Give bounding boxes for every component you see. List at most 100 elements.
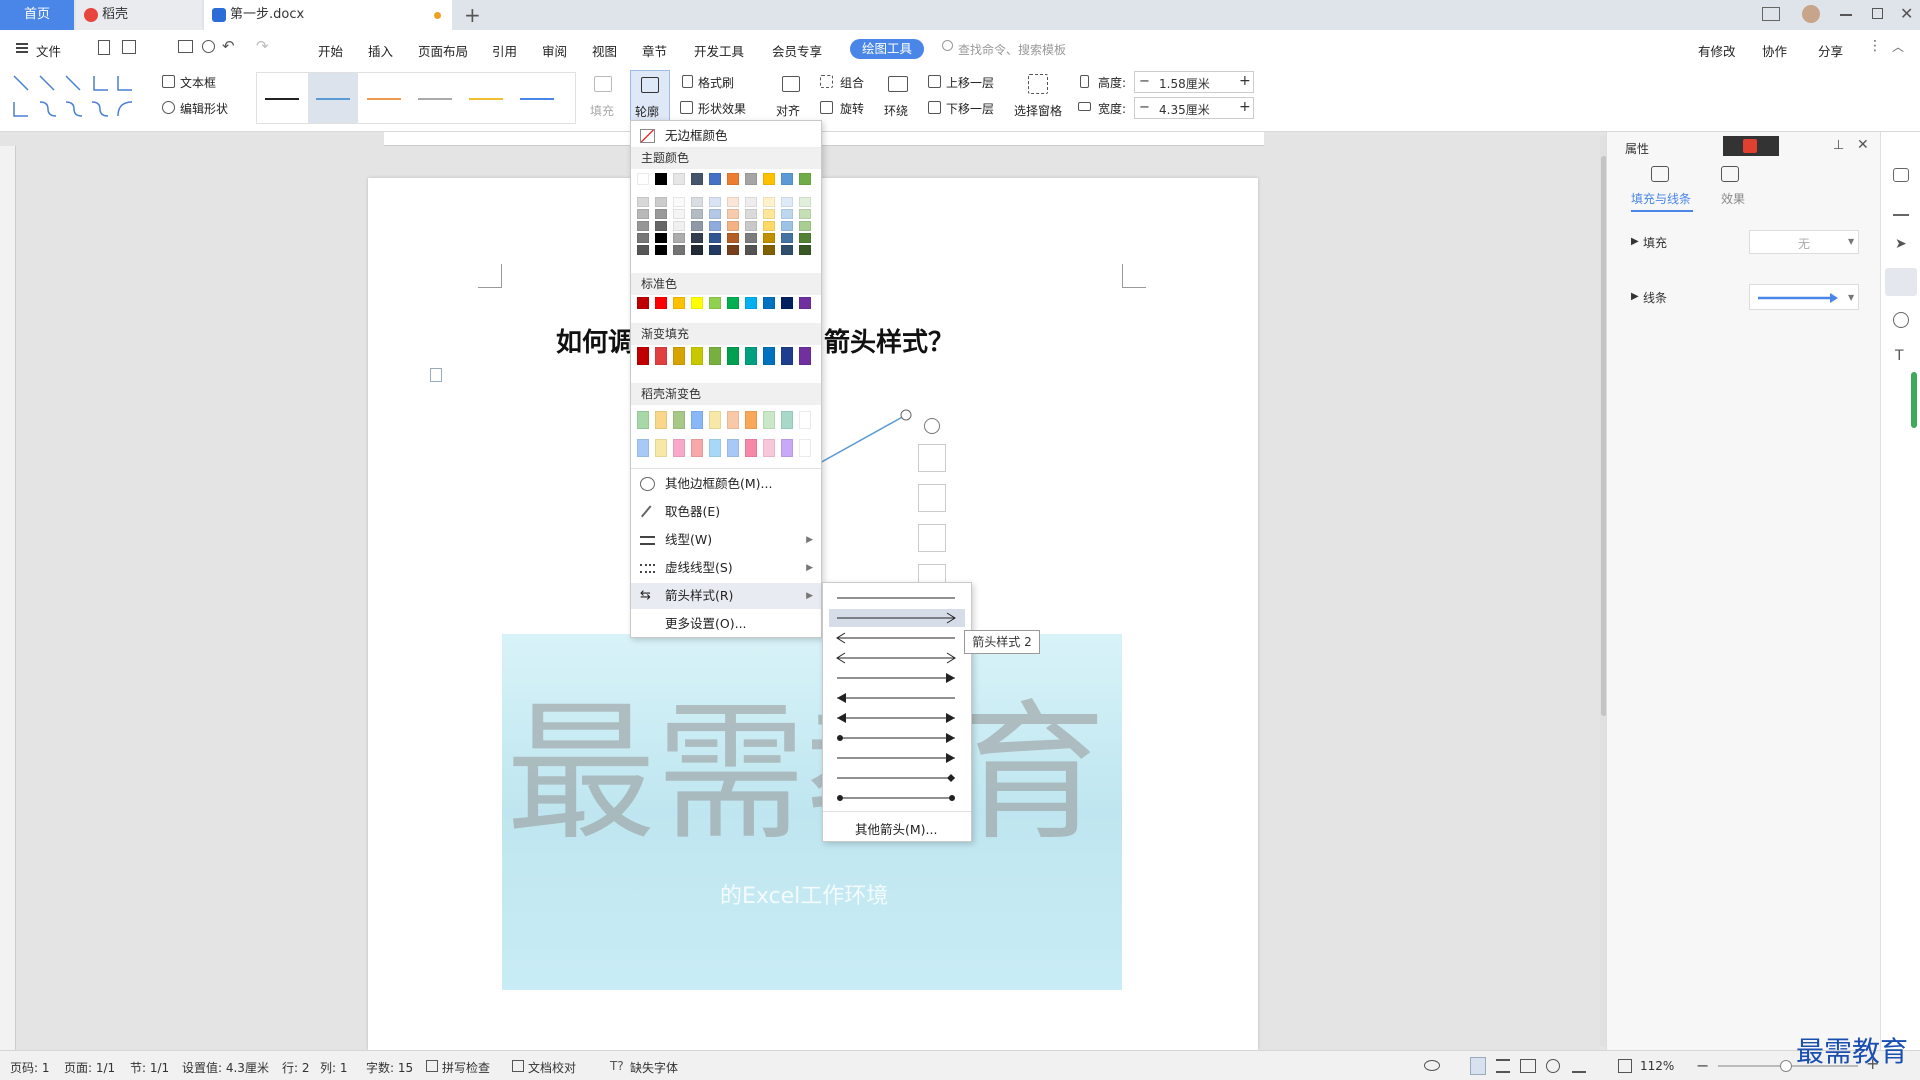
gradient-fill-swatch[interactable]: [673, 347, 685, 365]
arrow-style-option[interactable]: [829, 609, 965, 627]
more-border-colors-item[interactable]: 其他边框颜色(M)...: [631, 471, 821, 497]
theme-color-swatch[interactable]: [655, 173, 667, 185]
daoke-gradient-swatch[interactable]: [673, 411, 685, 429]
window-layout-icon[interactable]: [1762, 7, 1780, 21]
arrow-style-option[interactable]: [829, 709, 965, 727]
tab-daoke[interactable]: 稻壳: [76, 0, 202, 30]
theme-shade-swatch[interactable]: [637, 197, 649, 207]
expand-line-icon[interactable]: ▶: [1631, 291, 1639, 302]
tab-home[interactable]: 首页: [0, 0, 74, 30]
help-icon[interactable]: [1893, 312, 1909, 328]
status-page-code[interactable]: 页码: 1: [10, 1059, 50, 1076]
theme-shade-swatch[interactable]: [673, 245, 685, 255]
more-arrows-item[interactable]: 其他箭头(M)...: [855, 819, 937, 838]
theme-shade-swatch[interactable]: [745, 245, 757, 255]
text-tool-icon[interactable]: T: [1895, 348, 1904, 364]
send-backward-button[interactable]: 下移一层: [946, 100, 994, 117]
theme-shade-swatch[interactable]: [691, 197, 703, 207]
theme-shade-swatch[interactable]: [781, 245, 793, 255]
theme-shade-swatch[interactable]: [709, 233, 721, 243]
theme-shade-swatch[interactable]: [745, 233, 757, 243]
wrap-button[interactable]: 环绕: [884, 102, 908, 119]
gradient-fill-swatch[interactable]: [781, 347, 793, 365]
avatar[interactable]: [1802, 5, 1820, 23]
daoke-gradient-swatch[interactable]: [637, 439, 649, 457]
theme-color-swatch[interactable]: [745, 173, 757, 185]
daoke-gradient-swatch[interactable]: [655, 439, 667, 457]
share-button[interactable]: 分享: [1818, 41, 1843, 60]
status-setting[interactable]: 设置值: 4.3厘米: [182, 1059, 269, 1076]
width-increment[interactable]: +: [1239, 99, 1251, 115]
fill-dropdown[interactable]: 无 ▼: [1749, 230, 1859, 254]
theme-shade-swatch[interactable]: [673, 209, 685, 219]
menu-review[interactable]: 审阅: [542, 41, 567, 60]
bring-forward-button[interactable]: 上移一层: [946, 74, 994, 91]
save-icon[interactable]: [122, 40, 136, 54]
redo-icon[interactable]: ↷: [256, 37, 269, 55]
eye-protect-icon[interactable]: [1424, 1060, 1440, 1071]
theme-color-swatch[interactable]: [637, 173, 649, 185]
theme-shade-swatch[interactable]: [691, 221, 703, 231]
theme-shade-swatch[interactable]: [799, 233, 811, 243]
theme-shade-swatch[interactable]: [709, 197, 721, 207]
minimize-icon[interactable]: [1840, 14, 1852, 16]
gradient-fill-swatch[interactable]: [745, 347, 757, 365]
close-panel-icon[interactable]: ✕: [1857, 137, 1869, 153]
paste-options-icon[interactable]: [430, 368, 442, 382]
theme-color-swatch[interactable]: [727, 173, 739, 185]
theme-shade-swatch[interactable]: [655, 233, 667, 243]
collaborate-button[interactable]: 协作: [1762, 41, 1787, 60]
tab-fill-line[interactable]: 填充与线条: [1631, 190, 1691, 207]
print-preview-icon[interactable]: [202, 40, 215, 53]
layout-options-icon[interactable]: [918, 444, 946, 472]
theme-shade-swatch[interactable]: [691, 209, 703, 219]
width-stepper[interactable]: − 4.35厘米 +: [1134, 97, 1254, 119]
group-button[interactable]: 组合: [840, 74, 864, 91]
theme-shade-swatch[interactable]: [763, 233, 775, 243]
daoke-gradient-swatch[interactable]: [745, 439, 757, 457]
reading-view-icon[interactable]: [1520, 1059, 1536, 1073]
arrow-style-option[interactable]: [829, 769, 965, 787]
theme-shade-swatch[interactable]: [691, 233, 703, 243]
width-decrement[interactable]: −: [1139, 100, 1150, 115]
expand-fill-icon[interactable]: ▶: [1631, 236, 1639, 247]
arrow-style-option[interactable]: [829, 689, 965, 707]
standard-color-swatch[interactable]: [781, 297, 793, 309]
theme-shade-swatch[interactable]: [763, 245, 775, 255]
standard-color-swatch[interactable]: [637, 297, 649, 309]
theme-shade-swatch[interactable]: [799, 209, 811, 219]
zoom-level[interactable]: 112%: [1640, 1059, 1674, 1073]
daoke-gradient-swatch[interactable]: [781, 439, 793, 457]
pin-panel-icon[interactable]: ⊥: [1833, 138, 1844, 153]
fit-page-icon[interactable]: [1618, 1059, 1632, 1073]
menu-page-layout[interactable]: 页面布局: [418, 41, 468, 60]
daoke-gradient-swatch[interactable]: [727, 439, 739, 457]
property-panel-title[interactable]: 属性: [1625, 140, 1649, 157]
daoke-gradient-swatch[interactable]: [745, 411, 757, 429]
line-section-label[interactable]: 线条: [1643, 289, 1667, 306]
theme-color-swatch[interactable]: [691, 173, 703, 185]
line-type-item[interactable]: 线型(W) ▶: [631, 527, 821, 553]
hamburger-icon[interactable]: [16, 43, 28, 45]
property-toggle-icon[interactable]: [1885, 268, 1917, 296]
outline-float-icon[interactable]: [918, 524, 946, 552]
line-shapes-gallery[interactable]: [10, 72, 146, 124]
menu-reference[interactable]: 引用: [492, 41, 517, 60]
theme-shade-swatch[interactable]: [781, 221, 793, 231]
edit-shape-button[interactable]: 编辑形状: [180, 100, 228, 117]
theme-shade-swatch[interactable]: [781, 209, 793, 219]
standard-color-swatch[interactable]: [673, 297, 685, 309]
status-section[interactable]: 节: 1/1: [130, 1059, 169, 1076]
horizontal-ruler[interactable]: [384, 132, 1264, 146]
zoom-out-button[interactable]: −: [1696, 1056, 1709, 1075]
menu-developer[interactable]: 开发工具: [694, 41, 744, 60]
theme-shade-swatch[interactable]: [763, 209, 775, 219]
height-decrement[interactable]: −: [1139, 74, 1150, 89]
theme-shade-swatch[interactable]: [781, 233, 793, 243]
arrow-style-option[interactable]: [829, 729, 965, 747]
spell-check-button[interactable]: 拼写检查: [442, 1059, 490, 1076]
color-picker-item[interactable]: 取色器(E): [631, 499, 821, 525]
theme-color-swatch[interactable]: [799, 173, 811, 185]
theme-shade-swatch[interactable]: [745, 197, 757, 207]
doc-title-right[interactable]: 箭头样式？: [824, 322, 954, 359]
